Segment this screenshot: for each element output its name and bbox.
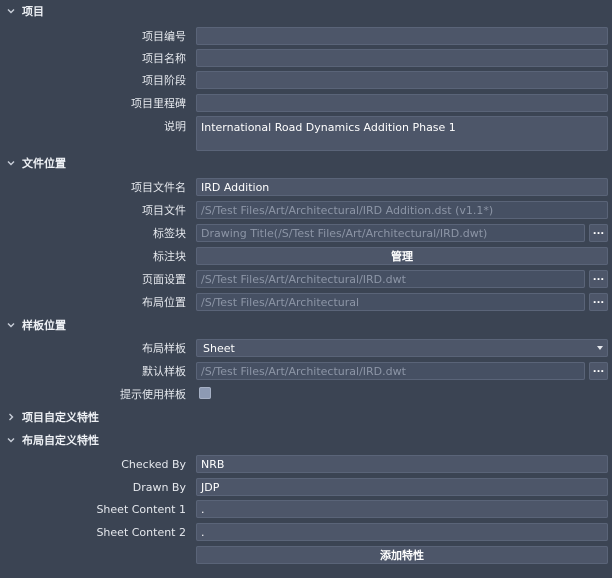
sheet-content1-field[interactable]: . <box>196 500 608 518</box>
chevron-down-icon[interactable] <box>0 158 22 168</box>
layout-template-label: 布局样板 <box>142 342 186 355</box>
section-title: 样板位置 <box>22 319 66 332</box>
sheet-content2-field[interactable]: . <box>196 523 608 541</box>
layout-location-label: 布局位置 <box>142 296 186 309</box>
chevron-down-icon[interactable] <box>0 320 22 330</box>
project-filename-field[interactable]: IRD Addition <box>196 178 608 196</box>
section-template-location-header[interactable]: 样板位置 <box>0 315 612 335</box>
project-number-field[interactable] <box>196 27 608 45</box>
prompt-template-row: 提示使用样板 <box>0 385 612 402</box>
project-filename-row: 项目文件名 IRD Addition <box>0 178 612 196</box>
project-name-field[interactable] <box>196 49 608 67</box>
layout-template-select[interactable]: Sheet <box>196 339 608 357</box>
sheet-content2-label: Sheet Content 2 <box>96 525 186 539</box>
manage-button[interactable]: 管理 <box>196 247 608 265</box>
sheet-content1-label: Sheet Content 1 <box>96 502 186 516</box>
checked-by-field[interactable]: NRB <box>196 455 608 473</box>
section-title: 项目自定义特性 <box>22 411 99 424</box>
page-setup-row: 页面设置 /S/Test Files/Art/Architectural/IRD… <box>0 270 612 288</box>
label-block-field: Drawing Title(/S/Test Files/Art/Architec… <box>196 224 585 242</box>
layout-template-value: Sheet <box>203 341 235 355</box>
project-number-row: 项目编号 <box>0 27 612 45</box>
sheet-content1-row: Sheet Content 1 . <box>0 500 612 518</box>
project-phase-row: 项目阶段 <box>0 71 612 89</box>
chevron-down-icon[interactable] <box>0 6 22 16</box>
section-file-location-header[interactable]: 文件位置 <box>0 153 612 173</box>
annotation-block-label: 标注块 <box>153 250 186 263</box>
drawn-by-field[interactable]: JDP <box>196 478 608 496</box>
drawn-by-label: Drawn By <box>132 480 186 494</box>
project-milestone-row: 项目里程碑 <box>0 94 612 112</box>
project-description-label: 说明 <box>164 120 186 133</box>
section-project-custom-header[interactable]: 项目自定义特性 <box>0 407 612 427</box>
default-template-row: 默认样板 /S/Test Files/Art/Architectural/IRD… <box>0 362 612 380</box>
project-name-row: 项目名称 <box>0 49 612 67</box>
default-template-label: 默认样板 <box>142 365 186 378</box>
label-block-row: 标签块 Drawing Title(/S/Test Files/Art/Arch… <box>0 224 612 242</box>
layout-location-field: /S/Test Files/Art/Architectural <box>196 293 585 311</box>
project-milestone-field[interactable] <box>196 94 608 112</box>
chevron-right-icon[interactable] <box>0 412 22 422</box>
section-layout-custom-header[interactable]: 布局自定义特性 <box>0 430 612 450</box>
section-title: 项目 <box>22 5 44 18</box>
project-name-label: 项目名称 <box>142 52 186 65</box>
checked-by-row: Checked By NRB <box>0 455 612 473</box>
default-template-browse-button[interactable]: ... <box>589 362 608 380</box>
prompt-template-label: 提示使用样板 <box>120 387 186 401</box>
project-file-row: 项目文件 /S/Test Files/Art/Architectural/IRD… <box>0 201 612 219</box>
checked-by-label: Checked By <box>121 457 186 471</box>
page-setup-browse-button[interactable]: ... <box>589 270 608 288</box>
drawn-by-row: Drawn By JDP <box>0 478 612 496</box>
project-filename-label: 项目文件名 <box>131 181 186 194</box>
sheet-content2-row: Sheet Content 2 . <box>0 523 612 541</box>
project-description-field[interactable]: International Road Dynamics Addition Pha… <box>196 116 608 151</box>
project-milestone-label: 项目里程碑 <box>131 97 186 110</box>
layout-template-row: 布局样板 Sheet <box>0 339 612 357</box>
project-file-label: 项目文件 <box>142 204 186 217</box>
prompt-template-checkbox[interactable] <box>199 387 211 399</box>
layout-location-browse-button[interactable]: ... <box>589 293 608 311</box>
annotation-block-row: 标注块 管理 <box>0 247 612 265</box>
project-number-label: 项目编号 <box>142 30 186 43</box>
page-setup-field: /S/Test Files/Art/Architectural/IRD.dwt <box>196 270 585 288</box>
section-project-header[interactable]: 项目 <box>0 1 612 21</box>
section-title: 布局自定义特性 <box>22 434 99 447</box>
chevron-down-icon[interactable] <box>0 435 22 445</box>
add-property-button[interactable]: 添加特性 <box>196 546 608 564</box>
add-property-row: 添加特性 <box>0 546 612 564</box>
label-block-browse-button[interactable]: ... <box>589 224 608 242</box>
caret-down-icon <box>597 346 603 350</box>
section-title: 文件位置 <box>22 157 66 170</box>
project-description-row: 说明 International Road Dynamics Addition … <box>0 116 612 151</box>
layout-location-row: 布局位置 /S/Test Files/Art/Architectural ... <box>0 293 612 311</box>
label-block-label: 标签块 <box>153 227 186 240</box>
default-template-field: /S/Test Files/Art/Architectural/IRD.dwt <box>196 362 585 380</box>
project-phase-field[interactable] <box>196 71 608 89</box>
project-phase-label: 项目阶段 <box>142 74 186 87</box>
project-file-field: /S/Test Files/Art/Architectural/IRD Addi… <box>196 201 608 219</box>
page-setup-label: 页面设置 <box>142 273 186 286</box>
